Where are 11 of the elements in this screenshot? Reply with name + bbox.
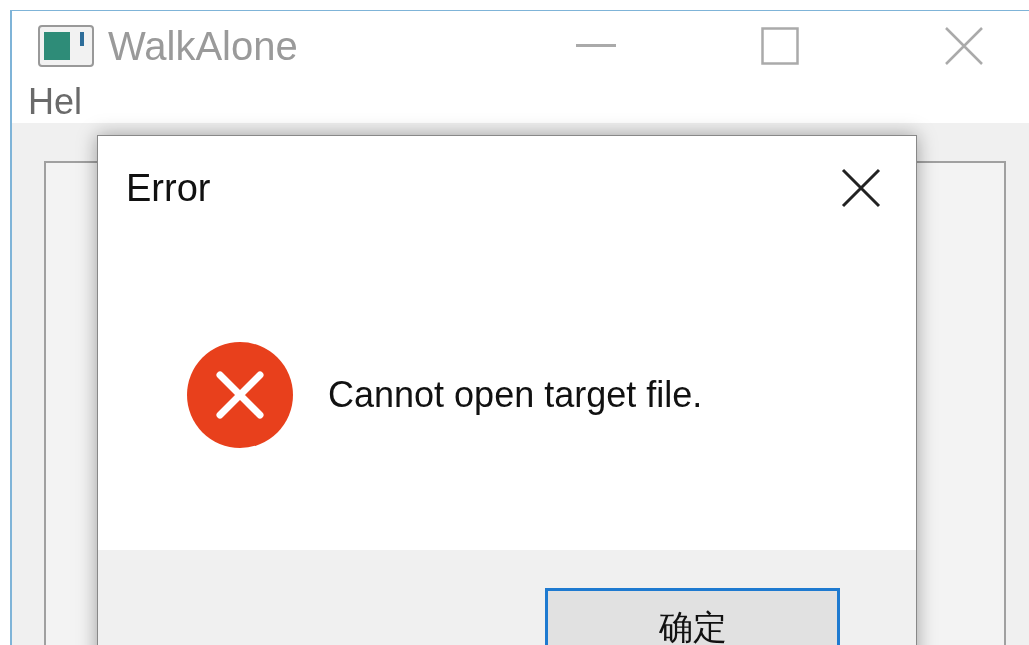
app-icon (38, 25, 94, 67)
error-icon (186, 341, 294, 449)
minimize-icon (576, 44, 616, 48)
maximize-icon (761, 27, 799, 65)
window-title: WalkAlone (108, 23, 298, 69)
dialog-title: Error (126, 166, 212, 210)
ok-button[interactable]: 确定 (545, 588, 840, 645)
menu-item[interactable]: Hel (28, 81, 83, 123)
close-icon (944, 26, 984, 66)
error-message: Cannot open target file. (328, 374, 703, 416)
close-icon (841, 168, 881, 208)
